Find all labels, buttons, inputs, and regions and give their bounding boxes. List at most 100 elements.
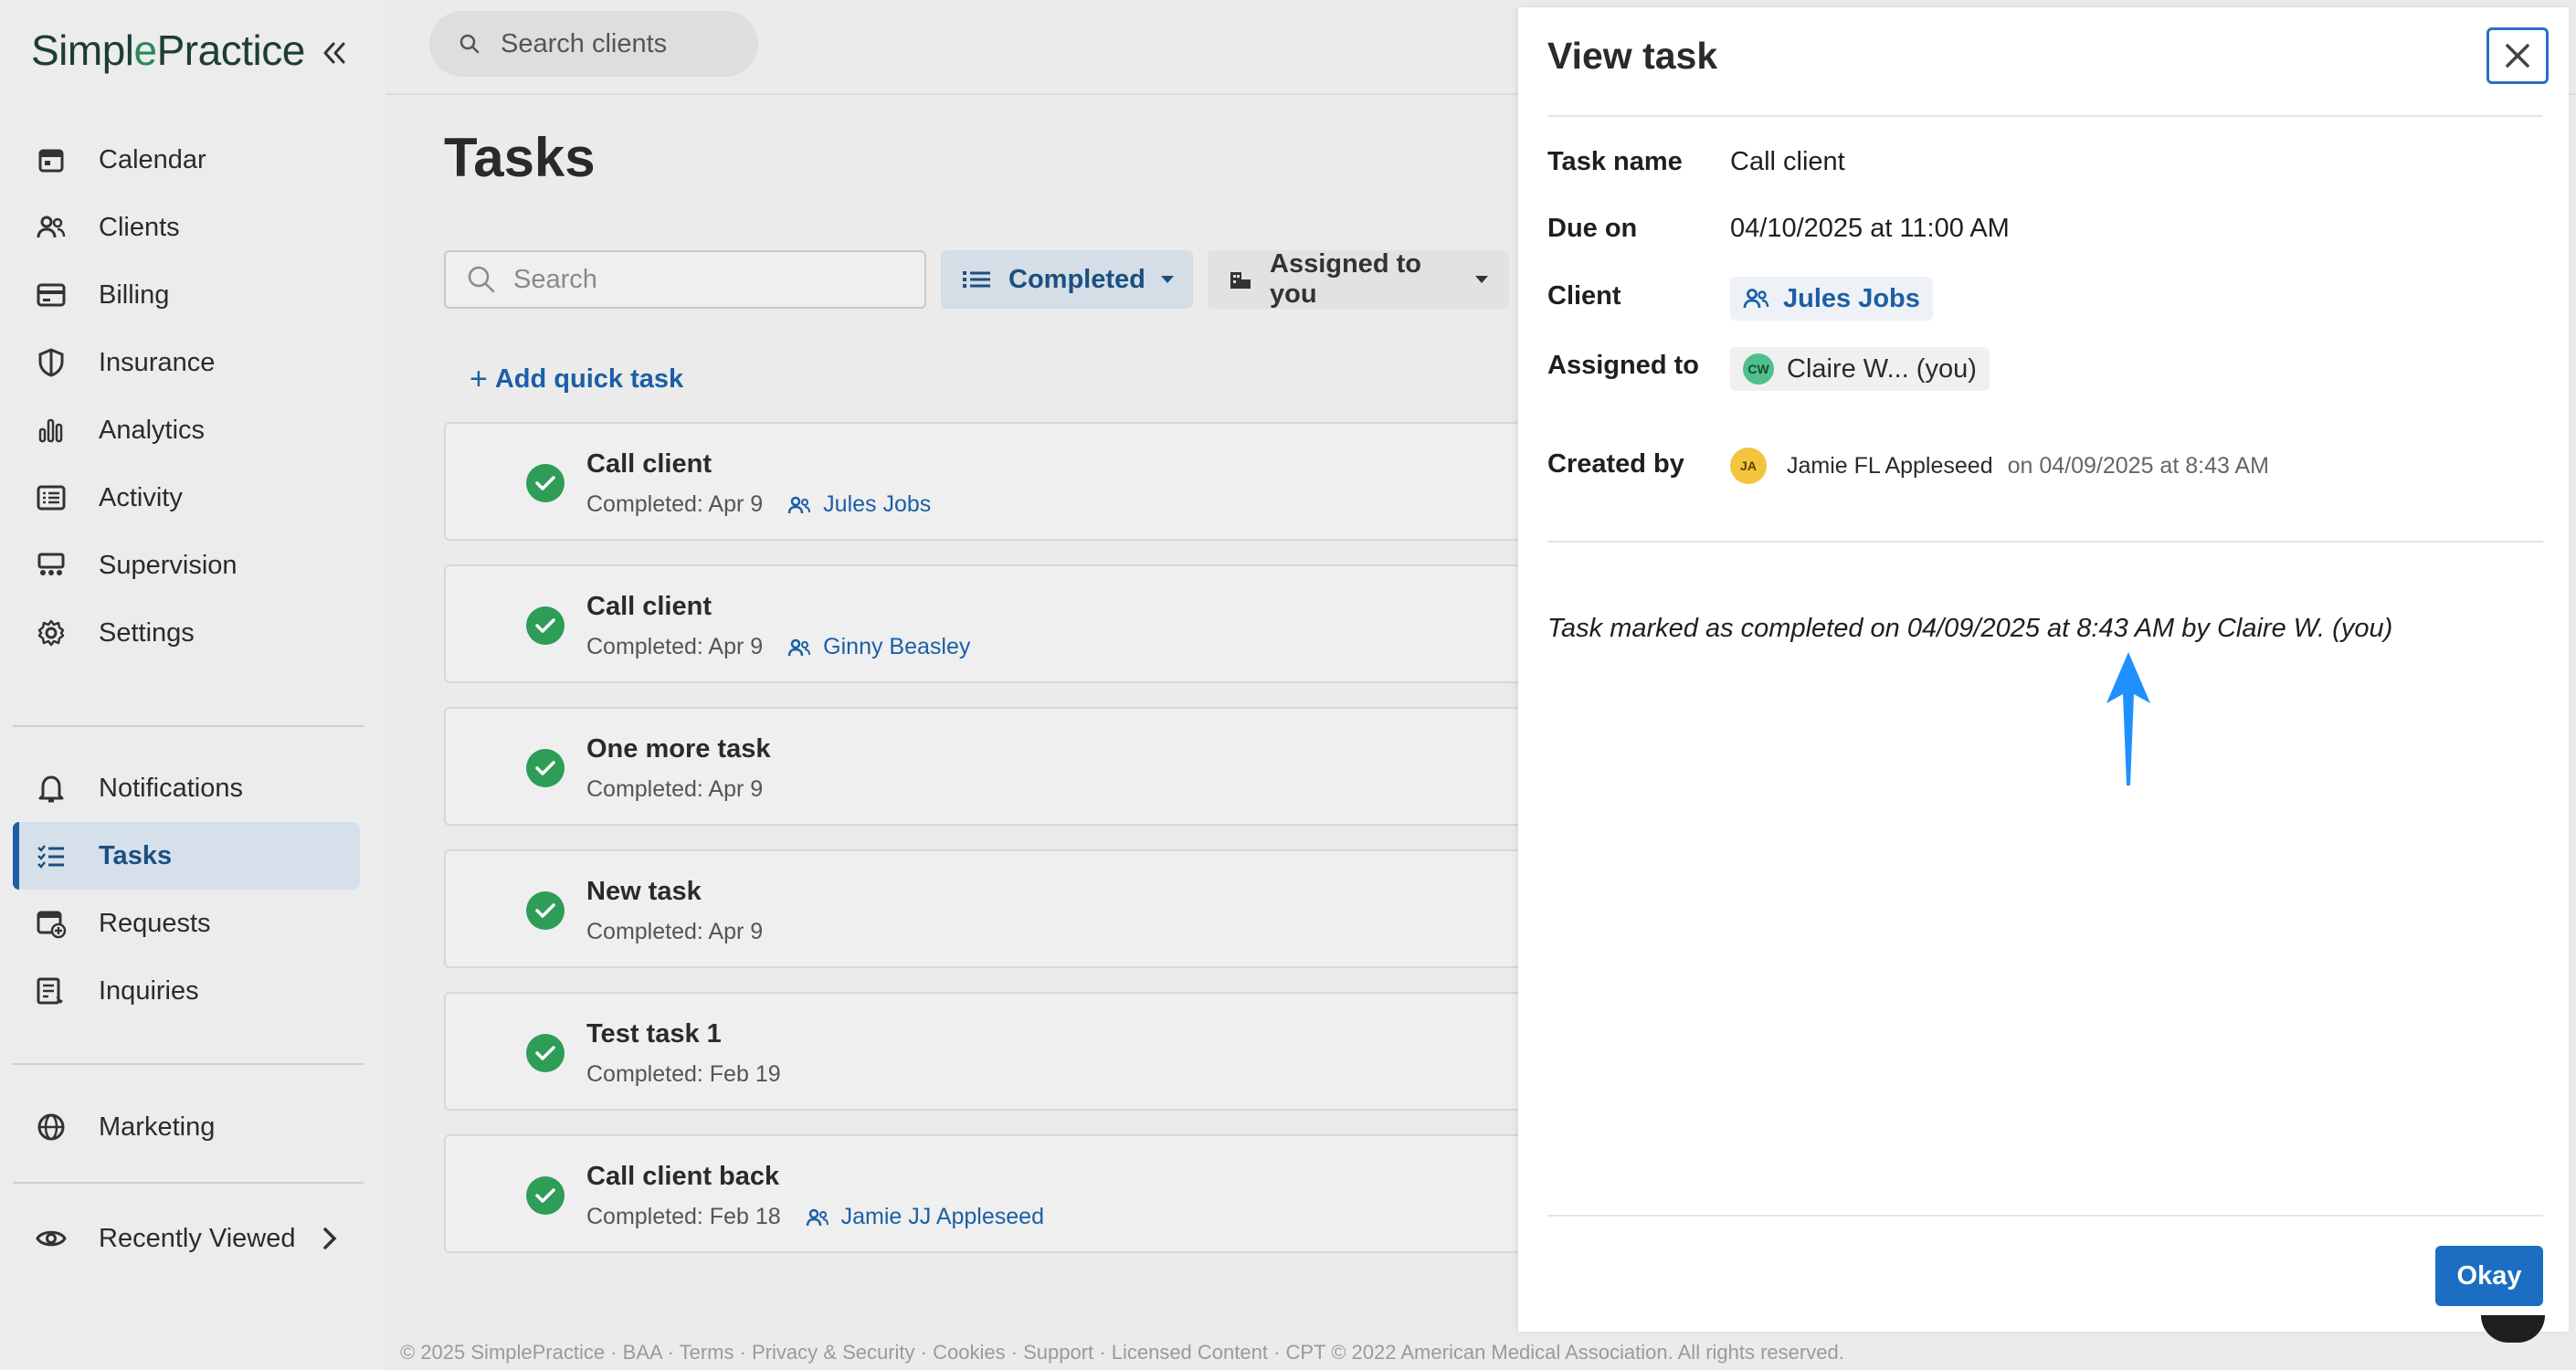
primary-nav: Calendar Clients Billing Insurance Analy… <box>13 126 360 667</box>
creator-name: Jamie FL Appleseed <box>1787 452 1993 479</box>
add-quick-task-label: Add quick task <box>494 364 684 394</box>
task-client-link[interactable]: Jules Jobs <box>787 491 931 518</box>
assignee-name: Claire W... (you) <box>1787 353 1977 384</box>
footer-legal-links[interactable]: © 2025 SimplePractice · BAA · Terms · Pr… <box>400 1341 1844 1365</box>
close-button[interactable] <box>2486 27 2549 84</box>
sidebar-item-label: Requests <box>99 908 211 938</box>
task-name: Call client <box>586 592 712 621</box>
task-client-name: Jules Jobs <box>823 491 932 517</box>
modal-divider <box>1547 115 2543 117</box>
task-client-name: Jamie JJ Appleseed <box>840 1204 1044 1229</box>
sidebar-item-activity[interactable]: Activity <box>13 464 360 532</box>
sidebar-item-label: Calendar <box>99 144 206 174</box>
task-client-name: Ginny Beasley <box>823 634 971 659</box>
add-quick-task-button[interactable]: + Add quick task <box>470 362 683 397</box>
client-label: Client <box>1547 281 1621 311</box>
shield-icon <box>35 346 68 379</box>
task-row[interactable]: One more task Completed: Apr 9 <box>444 707 1540 826</box>
task-completed-date: Completed: Apr 9 <box>586 491 764 517</box>
sidebar-item-label: Inquiries <box>99 975 199 1006</box>
task-meta: Completed: Apr 9 <box>586 919 763 945</box>
task-meta: Completed: Apr 9 Ginny Beasley <box>586 634 970 660</box>
annotation-arrow-icon <box>2099 648 2158 795</box>
bell-icon <box>35 772 68 805</box>
sidebar-item-calendar[interactable]: Calendar <box>13 126 360 194</box>
sidebar-item-requests[interactable]: Requests <box>13 890 360 957</box>
collapse-sidebar-icon[interactable] <box>318 37 351 69</box>
sidebar-item-label: Recently Viewed <box>99 1223 296 1253</box>
client-search-input[interactable]: Search clients <box>429 11 758 77</box>
clients-icon <box>787 638 812 658</box>
status-filter-dropdown[interactable]: Completed <box>941 250 1193 309</box>
clients-icon <box>35 211 68 244</box>
task-meta: Completed: Feb 18 Jamie JJ Appleseed <box>586 1204 1044 1230</box>
caret-down-icon <box>1160 275 1175 284</box>
sidebar-item-marketing[interactable]: Marketing <box>13 1093 360 1161</box>
sidebar-item-supervision[interactable]: Supervision <box>13 532 360 599</box>
task-search-input[interactable]: Search <box>444 250 926 309</box>
sidebar-item-settings[interactable]: Settings <box>13 599 360 667</box>
client-search-placeholder: Search clients <box>501 28 668 58</box>
task-name-label: Task name <box>1547 147 1683 176</box>
page-title: Tasks <box>444 127 596 188</box>
task-completed-date: Completed: Feb 18 <box>586 1204 781 1229</box>
task-row[interactable]: Call client back Completed: Feb 18 Jamie… <box>444 1134 1540 1253</box>
calendar-icon <box>35 143 68 176</box>
task-client-link[interactable]: Jamie JJ Appleseed <box>805 1204 1044 1230</box>
chevron-right-icon <box>322 1227 338 1250</box>
check-circle-icon[interactable] <box>526 749 565 787</box>
sidebar-divider <box>13 725 364 727</box>
sidebar-item-billing[interactable]: Billing <box>13 261 360 329</box>
activity-list-icon <box>35 481 68 514</box>
view-task-panel: View task Task name Call client Due on 0… <box>1518 7 2569 1332</box>
task-row[interactable]: Call client Completed: Apr 9 Jules Jobs <box>444 422 1540 541</box>
sidebar-divider <box>13 1182 364 1184</box>
created-on-date: on 04/09/2025 at 8:43 AM <box>2007 452 2269 479</box>
task-row[interactable]: Call client Completed: Apr 9 Ginny Beasl… <box>444 564 1540 683</box>
task-name: One more task <box>586 734 771 764</box>
check-circle-icon[interactable] <box>526 464 565 502</box>
gear-icon <box>35 616 68 649</box>
created-by-row: JA Jamie FL Appleseed on 04/09/2025 at 8… <box>1730 448 2269 484</box>
check-circle-icon[interactable] <box>526 1034 565 1072</box>
task-completed-date: Completed: Feb 19 <box>586 1061 781 1087</box>
task-client-link[interactable]: Ginny Beasley <box>787 634 970 660</box>
marketing-nav: Marketing <box>13 1093 360 1161</box>
sidebar-item-label: Insurance <box>99 347 216 377</box>
task-name: New task <box>586 877 702 906</box>
task-completed-date: Completed: Apr 9 <box>586 634 764 659</box>
sidebar-item-notifications[interactable]: Notifications <box>13 754 360 822</box>
sidebar-item-label: Activity <box>99 482 183 512</box>
assignee-filter-dropdown[interactable]: Assigned to you <box>1208 249 1509 309</box>
check-circle-icon[interactable] <box>526 606 565 645</box>
client-chip[interactable]: Jules Jobs <box>1730 277 1933 321</box>
sidebar-item-analytics[interactable]: Analytics <box>13 396 360 464</box>
task-name: Call client back <box>586 1162 780 1191</box>
plus-icon: + <box>470 362 488 396</box>
simplepractice-logo[interactable]: SimplePractice <box>31 26 305 75</box>
search-icon <box>466 264 497 295</box>
sidebar-item-inquiries[interactable]: Inquiries <box>13 957 360 1025</box>
okay-button[interactable]: Okay <box>2435 1246 2543 1306</box>
task-row[interactable]: New task Completed: Apr 9 <box>444 849 1540 968</box>
task-row[interactable]: Test task 1 Completed: Feb 19 <box>444 992 1540 1111</box>
billing-icon <box>35 279 68 311</box>
avatar: CW <box>1743 353 1774 385</box>
task-completed-date: Completed: Apr 9 <box>586 919 764 944</box>
sidebar-item-insurance[interactable]: Insurance <box>13 329 360 396</box>
check-circle-icon[interactable] <box>526 891 565 930</box>
sidebar-item-recently-viewed[interactable]: Recently Viewed <box>13 1205 360 1272</box>
sidebar-item-clients[interactable]: Clients <box>13 194 360 261</box>
sidebar-item-label: Marketing <box>99 1112 216 1142</box>
clients-icon <box>787 495 812 515</box>
bar-chart-icon <box>35 414 68 447</box>
sidebar-item-label: Notifications <box>99 773 243 803</box>
clients-icon <box>805 1207 830 1228</box>
task-meta: Completed: Feb 19 <box>586 1061 781 1088</box>
task-search-placeholder: Search <box>513 264 597 294</box>
avatar: JA <box>1730 448 1767 484</box>
assignee-filter-label: Assigned to you <box>1270 249 1421 309</box>
search-icon <box>459 33 480 55</box>
check-circle-icon[interactable] <box>526 1176 565 1215</box>
sidebar-item-tasks[interactable]: Tasks <box>13 822 360 890</box>
